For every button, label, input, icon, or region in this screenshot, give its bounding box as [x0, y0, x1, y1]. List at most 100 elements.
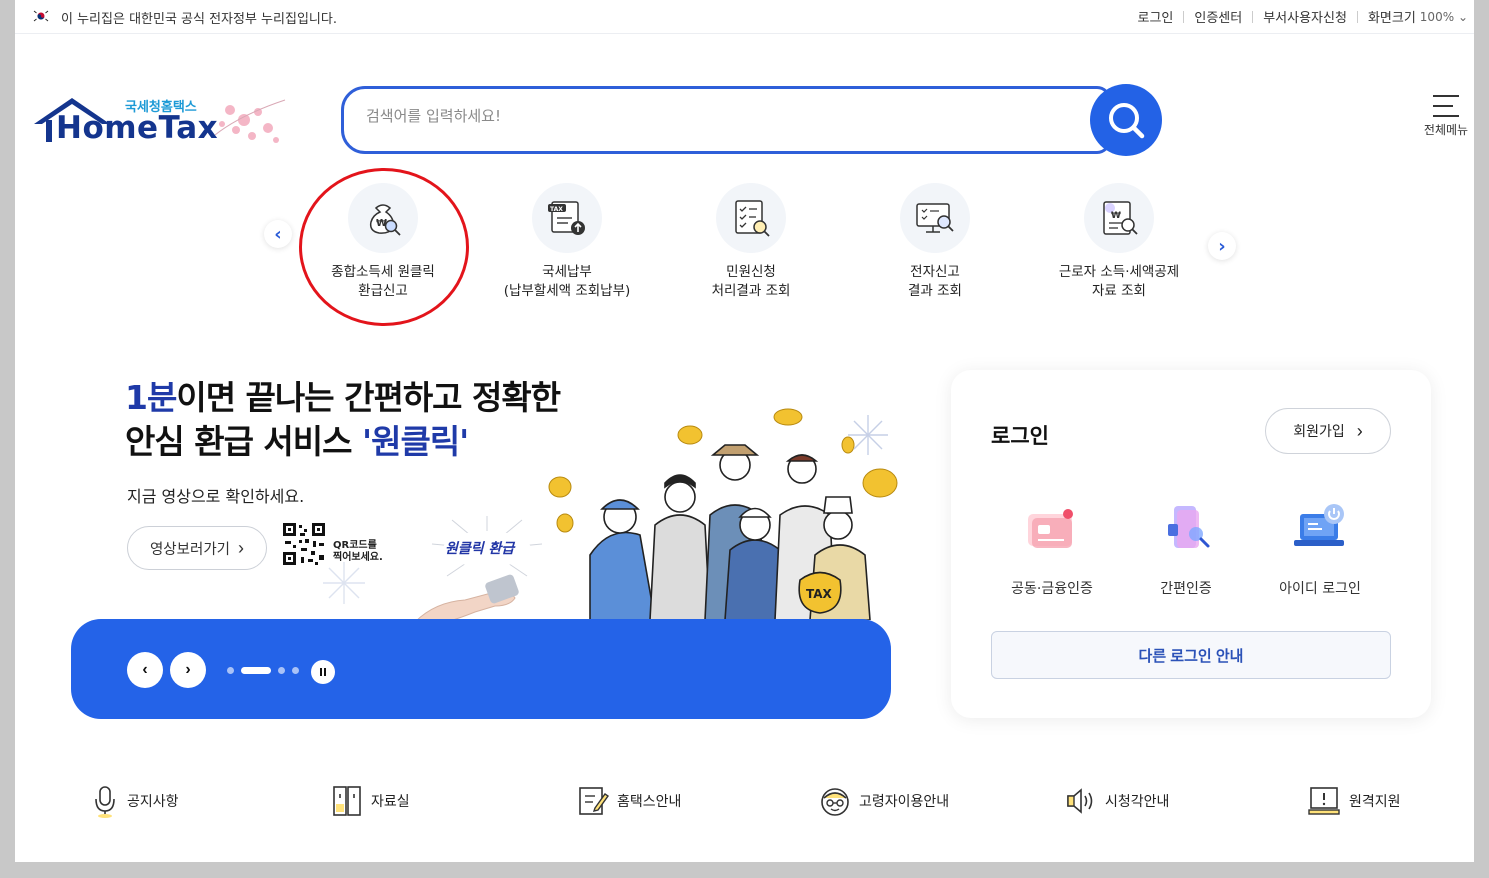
svg-text:₩: ₩ — [1111, 211, 1121, 221]
login-card: 로그인 회원가입 › 공동·금융인증 간편인증 아이디 로그인 다른 로그인 안… — [951, 370, 1431, 718]
banner-subline: 지금 영상으로 확인하세요. — [127, 487, 305, 506]
receipt-search-icon: ₩ — [1084, 183, 1154, 253]
divider — [1356, 10, 1358, 23]
remote-monitor-icon — [1308, 787, 1340, 815]
laptop-power-icon — [1294, 504, 1344, 546]
elderly-face-icon — [821, 788, 849, 816]
quick-menu-label: 근로자 소득·세액공제 자료 조회 — [1058, 264, 1180, 299]
banner-page-dot[interactable] — [227, 667, 234, 674]
quick-menu-item-national-tax-payment[interactable]: TAX 국세납부 (납부할세액 조회납부) — [475, 183, 659, 301]
bottom-link-label: 공지사항 — [127, 794, 179, 810]
banner-prev-button[interactable]: ‹ — [127, 652, 163, 688]
quick-menu-item-civil-petition[interactable]: 민원신청 처리결과 조회 — [659, 183, 843, 301]
zoom-select[interactable]: 100% ⌄ — [1420, 10, 1468, 24]
quick-menu-prev-button[interactable]: ‹ — [264, 220, 292, 248]
tax-document-upload-icon: TAX — [532, 183, 602, 253]
svg-text:TAX: TAX — [550, 206, 563, 213]
bottom-link-library[interactable]: 자료실 — [331, 784, 410, 818]
cherry-blossom-icon — [214, 99, 286, 143]
top-login-link[interactable]: 로그인 — [1137, 7, 1173, 26]
korea-flag-icon — [33, 9, 49, 23]
headline-emphasis: 1분 — [125, 378, 177, 417]
cabinet-icon — [333, 786, 361, 816]
hamburger-icon — [1433, 95, 1459, 117]
quick-menu-item-e-filing-result[interactable]: 전자신고 결과 조회 — [843, 183, 1027, 301]
logo-wordmark: HomeTax — [56, 110, 219, 146]
chevron-left-icon: ‹ — [274, 223, 282, 245]
screen-size-label[interactable]: 화면크기 — [1368, 7, 1416, 26]
chevron-left-icon: ‹ — [142, 661, 148, 678]
bottom-link-label: 고령자이용안내 — [859, 794, 950, 810]
login-card-title: 로그인 — [991, 424, 1049, 448]
bottom-link-remote-support[interactable]: 원격지원 — [1307, 784, 1401, 818]
utility-links: 로그인 인증센터 부서사용자신청 화면크기 100% ⌄ — [1137, 7, 1468, 27]
speaker-icon — [1067, 788, 1093, 814]
search-icon — [1109, 103, 1145, 139]
highlight-annotation-circle — [299, 168, 469, 326]
login-option-certificate[interactable]: 공동·금융인증 — [982, 500, 1122, 598]
bottom-link-label: 자료실 — [371, 794, 410, 810]
microphone-icon — [95, 786, 115, 818]
search-input[interactable] — [366, 107, 1066, 125]
sparkle-icon — [323, 562, 365, 604]
bottom-link-label: 시청각안내 — [1105, 794, 1170, 810]
banner-page-dot[interactable] — [278, 667, 285, 674]
workers-illustration: TAX — [548, 408, 898, 620]
monitor-search-icon — [900, 183, 970, 253]
search-button[interactable] — [1090, 84, 1162, 156]
gov-notice[interactable]: 이 누리집은 대한민국 공식 전자정부 누리집입니다. — [61, 8, 337, 27]
headline-line2: 안심 환급 서비스 — [125, 422, 362, 461]
bottom-link-hometax-guide[interactable]: 홈택스안내 — [577, 784, 681, 818]
pause-icon — [320, 668, 326, 676]
headline-rest: 이면 끝나는 간편하고 정확한 — [176, 378, 561, 417]
document-edit-icon — [579, 787, 609, 815]
headline-oneclick: '원클릭' — [362, 422, 469, 461]
mobile-search-icon — [1168, 506, 1210, 548]
chevron-right-icon: › — [185, 661, 191, 678]
chevron-right-icon: › — [1218, 235, 1226, 257]
bottom-link-label: 원격지원 — [1349, 794, 1401, 810]
sign-up-label: 회원가입 — [1293, 423, 1345, 439]
other-login-guide-button[interactable]: 다른 로그인 안내 — [991, 631, 1391, 679]
banner-page-dot[interactable] — [292, 667, 299, 674]
banner-next-button[interactable]: › — [170, 652, 206, 688]
pointing-hand-icon — [415, 574, 519, 622]
bottom-link-elderly-guide[interactable]: 고령자이용안내 — [819, 784, 949, 818]
chevron-right-icon: › — [238, 537, 245, 558]
oneclick-badge-label: 원클릭 환급 — [445, 541, 515, 557]
bottom-link-notice[interactable]: 공지사항 — [91, 784, 179, 818]
quick-menu-label: 국세납부 (납부할세액 조회납부) — [503, 264, 631, 299]
banner-pause-button[interactable] — [311, 660, 335, 684]
login-option-simple[interactable]: 간편인증 — [1116, 500, 1256, 598]
utility-bar: 이 누리집은 대한민국 공식 전자정부 누리집입니다. 로그인 인증센터 부서사… — [15, 0, 1474, 34]
login-option-label: 공동·금융인증 — [1011, 581, 1093, 597]
hometax-page: 이 누리집은 대한민국 공식 전자정부 누리집입니다. 로그인 인증센터 부서사… — [15, 0, 1474, 862]
quick-menu-next-button[interactable]: › — [1208, 232, 1236, 260]
quick-menu-item-worker-deduction[interactable]: ₩ 근로자 소득·세액공제 자료 조회 — [1027, 183, 1211, 301]
chevron-down-icon: ⌄ — [1457, 9, 1468, 24]
login-option-label: 아이디 로그인 — [1279, 581, 1361, 597]
banner-headline: 1분이면 끝나는 간편하고 정확한 안심 환급 서비스 '원클릭' — [125, 376, 561, 464]
cert-center-link[interactable]: 인증센터 — [1194, 7, 1242, 26]
quick-menu-label: 민원신청 처리결과 조회 — [711, 264, 791, 299]
bottom-link-audiovisual-guide[interactable]: 시청각안내 — [1065, 784, 1169, 818]
login-option-id[interactable]: 아이디 로그인 — [1250, 500, 1390, 598]
divider — [1183, 10, 1185, 23]
all-menu-button[interactable]: 전체메뉴 — [1418, 95, 1474, 138]
other-login-guide-label: 다른 로그인 안내 — [1138, 647, 1244, 665]
banner-page-dot-active[interactable] — [241, 667, 271, 674]
svg-text:TAX: TAX — [806, 587, 833, 601]
quick-menu-label: 전자신고 결과 조회 — [908, 264, 962, 299]
zoom-value: 100% — [1419, 9, 1455, 24]
dept-user-link[interactable]: 부서사용자신청 — [1263, 7, 1347, 26]
checklist-search-icon — [716, 183, 786, 253]
hometax-logo[interactable]: 국세청홈택스 HomeTax — [30, 90, 290, 160]
certificate-card-icon — [1028, 509, 1073, 548]
watch-video-label: 영상보러가기 — [149, 541, 231, 558]
search-box — [341, 86, 1111, 154]
all-menu-label: 전체메뉴 — [1423, 123, 1469, 137]
watch-video-button[interactable]: 영상보러가기 › — [127, 526, 267, 570]
login-option-label: 간편인증 — [1160, 581, 1212, 597]
sign-up-button[interactable]: 회원가입 › — [1265, 408, 1391, 454]
bottom-link-label: 홈택스안내 — [617, 794, 682, 810]
